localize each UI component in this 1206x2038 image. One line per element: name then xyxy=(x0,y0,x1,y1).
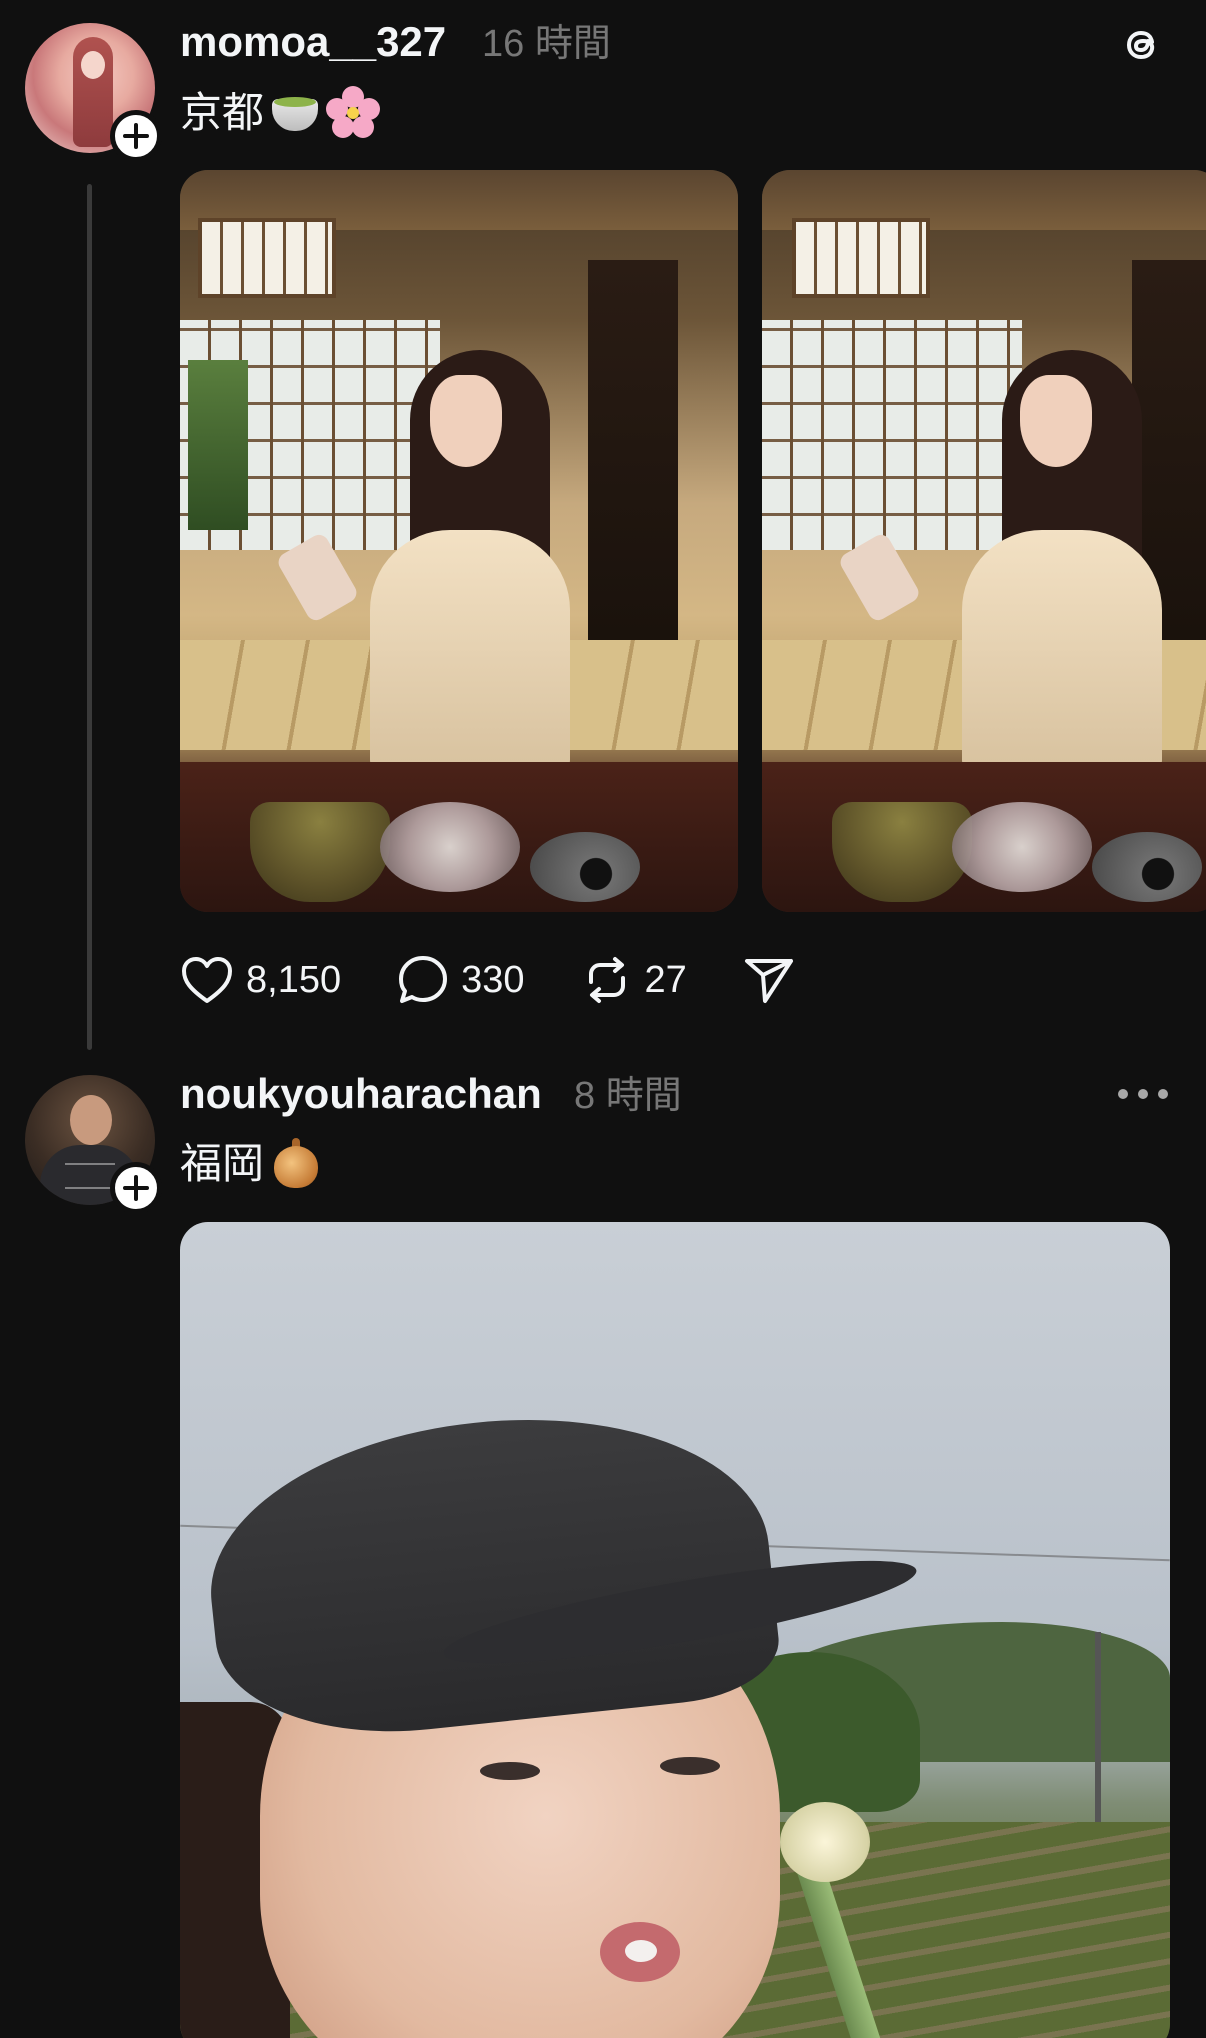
repost-icon xyxy=(588,957,625,1003)
plus-icon xyxy=(123,1175,149,1201)
heart-icon xyxy=(182,957,232,1003)
post-username[interactable]: noukyouharachan xyxy=(180,1070,542,1118)
comment-button[interactable]: 330 xyxy=(397,954,525,1006)
like-button[interactable]: 8,150 xyxy=(180,955,341,1005)
post-timestamp: 16 時間 xyxy=(482,23,611,65)
more-icon[interactable] xyxy=(1118,1082,1168,1106)
threads-logo-icon[interactable] xyxy=(1118,20,1166,68)
post-timestamp: 8 時間 xyxy=(574,1075,682,1117)
comment-icon xyxy=(399,956,448,1003)
post-caption-text: 京都 xyxy=(180,89,265,136)
like-count: 8,150 xyxy=(246,958,342,1001)
repost-button[interactable]: 27 xyxy=(581,954,687,1006)
post-photo[interactable] xyxy=(180,170,738,912)
share-icon xyxy=(744,959,793,1003)
plus-icon xyxy=(123,123,149,149)
post-caption: 京都 xyxy=(180,86,381,140)
post-photo[interactable] xyxy=(180,1222,1170,2038)
post-actions: 8,150 330 27 xyxy=(180,950,851,1010)
post-caption: 福岡 xyxy=(180,1138,322,1190)
repost-count: 27 xyxy=(644,958,687,1001)
post-username[interactable]: momoa__327 xyxy=(180,18,446,66)
thread-connector-line xyxy=(87,184,92,1050)
tea-emoji xyxy=(270,93,320,133)
follow-button[interactable] xyxy=(110,1162,162,1214)
share-button[interactable] xyxy=(743,955,795,1005)
post-photo[interactable] xyxy=(762,170,1206,912)
comment-count: 330 xyxy=(461,958,525,1001)
threads-feed: momoa__327 16 時間 京都 8,150 330 27 noukyou… xyxy=(0,0,1206,2038)
onion-emoji xyxy=(270,1138,322,1190)
follow-button[interactable] xyxy=(110,110,162,162)
post-caption-text: 福岡 xyxy=(180,1140,265,1187)
cherry-blossom-emoji xyxy=(326,86,381,140)
